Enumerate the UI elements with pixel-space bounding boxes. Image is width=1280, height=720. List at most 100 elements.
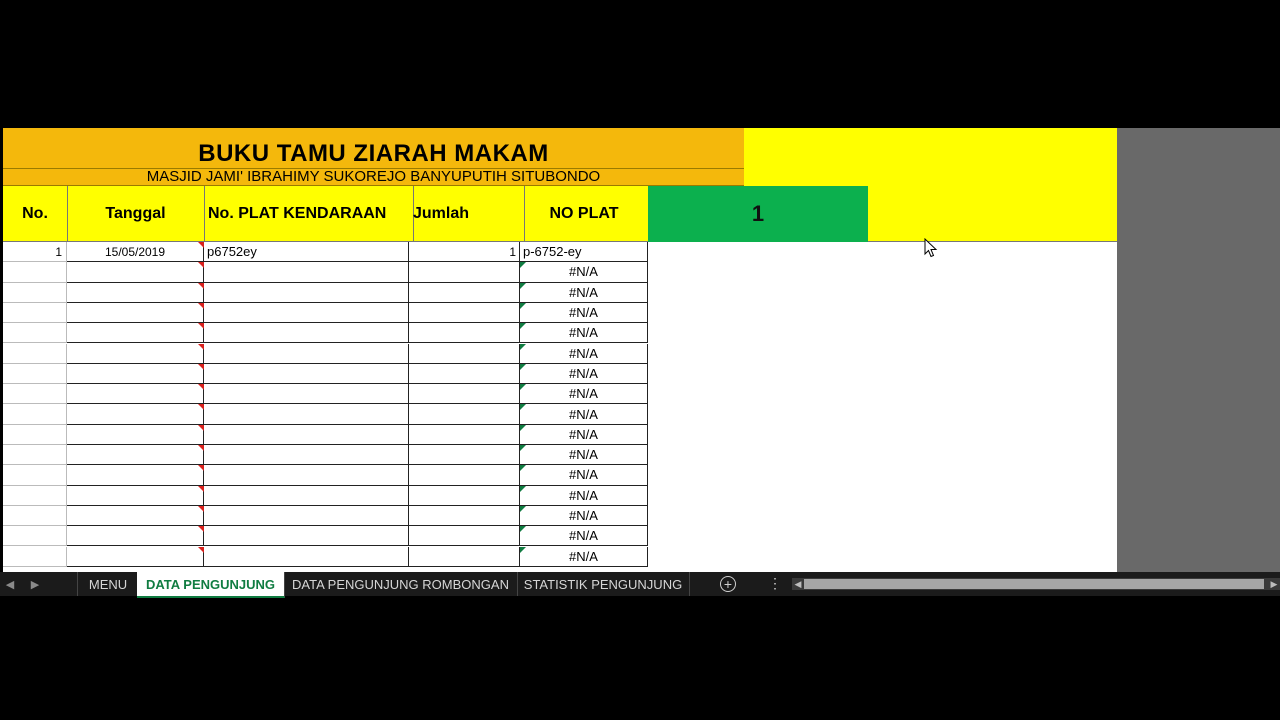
tab-scroll-right-icon[interactable]: ▶ <box>25 572 45 596</box>
header-no[interactable]: No. <box>3 186 68 242</box>
cell-tanggal[interactable] <box>67 343 204 364</box>
cell-tanggal[interactable] <box>67 445 204 466</box>
cell-no[interactable] <box>3 546 67 567</box>
cell-tanggal[interactable] <box>67 282 204 303</box>
cell-no-plat[interactable]: #N/A <box>520 262 648 283</box>
tab-statistik-pengunjung[interactable]: STATISTIK PENGUNJUNG <box>517 572 690 596</box>
cell-jumlah[interactable] <box>409 282 520 303</box>
cell-tanggal[interactable] <box>67 485 204 506</box>
cell-no-plat[interactable]: #N/A <box>520 323 648 344</box>
cell-no-plat[interactable]: #N/A <box>520 384 648 405</box>
cell-no-plat[interactable]: #N/A <box>520 282 648 303</box>
cell-no[interactable] <box>3 282 67 303</box>
cell-no[interactable] <box>3 404 67 425</box>
cell-jumlah[interactable] <box>409 302 520 324</box>
cell-no[interactable] <box>3 343 67 364</box>
cell-no-plat[interactable]: p-6752-ey <box>520 242 648 263</box>
header-plat-kendaraan[interactable]: No. PLAT KENDARAAN <box>204 186 414 242</box>
tab-data-pengunjung[interactable]: DATA PENGUNJUNG <box>137 572 285 598</box>
cell-tanggal[interactable] <box>67 465 204 486</box>
cell-no[interactable] <box>3 485 67 506</box>
cell-tanggal[interactable] <box>67 424 204 445</box>
cell-plat-kendaraan[interactable] <box>204 485 409 506</box>
cell-no-plat[interactable]: #N/A <box>520 546 648 567</box>
cell-jumlah[interactable] <box>409 424 520 445</box>
cell-jumlah[interactable] <box>409 505 520 527</box>
cell-no[interactable] <box>3 465 67 486</box>
header-jumlah[interactable]: Jumlah <box>409 186 525 242</box>
cell-no[interactable]: 1 <box>3 242 67 263</box>
cell-plat-kendaraan[interactable] <box>204 546 409 567</box>
cell-jumlah[interactable]: 1 <box>409 242 520 263</box>
cell-plat-kendaraan[interactable] <box>204 445 409 466</box>
cell-jumlah[interactable] <box>409 384 520 405</box>
scroll-left-icon[interactable]: ◀ <box>792 578 804 590</box>
cell-plat-kendaraan[interactable] <box>204 424 409 445</box>
visitor-counter[interactable]: 1 <box>648 186 868 242</box>
cell-tanggal[interactable] <box>67 262 204 283</box>
cell-plat-kendaraan[interactable] <box>204 323 409 344</box>
cell-jumlah[interactable] <box>409 363 520 385</box>
yellow-fill-area[interactable] <box>744 128 1117 186</box>
cell-jumlah[interactable] <box>409 465 520 486</box>
vertical-ellipsis-icon[interactable]: ⋮ <box>768 575 782 593</box>
cell-no-plat[interactable]: #N/A <box>520 465 648 486</box>
cell-plat-kendaraan[interactable] <box>204 505 409 527</box>
cell-no[interactable] <box>3 363 67 385</box>
cell-plat-kendaraan[interactable] <box>204 343 409 364</box>
cell-tanggal[interactable]: 15/05/2019 <box>67 242 204 263</box>
cell-no-plat[interactable]: #N/A <box>520 526 648 547</box>
tab-scroll-left-icon[interactable]: ◀ <box>0 572 20 596</box>
horizontal-scrollbar[interactable]: ◀ ▶ <box>792 578 1280 590</box>
scroll-right-icon[interactable]: ▶ <box>1268 578 1280 590</box>
cell-tanggal[interactable] <box>67 302 204 324</box>
cell-tanggal[interactable] <box>67 546 204 567</box>
cell-tanggal[interactable] <box>67 404 204 425</box>
cell-no-plat[interactable]: #N/A <box>520 404 648 425</box>
cell-no-plat[interactable]: #N/A <box>520 485 648 506</box>
cell-jumlah[interactable] <box>409 343 520 364</box>
cell-jumlah[interactable] <box>409 485 520 506</box>
cell-plat-kendaraan[interactable] <box>204 404 409 425</box>
header-no-plat[interactable]: NO PLAT <box>520 186 649 242</box>
cell-plat-kendaraan[interactable] <box>204 363 409 385</box>
cell-jumlah[interactable] <box>409 404 520 425</box>
tab-data-pengunjung-rombongan[interactable]: DATA PENGUNJUNG ROMBONGAN <box>284 572 518 596</box>
scrollbar-thumb[interactable] <box>804 579 1264 589</box>
cell-tanggal[interactable] <box>67 363 204 385</box>
tab-menu[interactable]: MENU <box>77 572 139 596</box>
cell-plat-kendaraan[interactable] <box>204 465 409 486</box>
cell-tanggal[interactable] <box>67 323 204 344</box>
cell-tanggal[interactable] <box>67 384 204 405</box>
cell-no[interactable] <box>3 323 67 344</box>
cell-jumlah[interactable] <box>409 445 520 466</box>
cell-jumlah[interactable] <box>409 526 520 547</box>
cell-jumlah[interactable] <box>409 546 520 567</box>
cell-no-plat[interactable]: #N/A <box>520 343 648 364</box>
cell-tanggal[interactable] <box>67 505 204 527</box>
cell-no[interactable] <box>3 262 67 283</box>
cell-no[interactable] <box>3 505 67 527</box>
plus-circle-icon[interactable]: + <box>720 576 736 592</box>
cell-plat-kendaraan[interactable] <box>204 302 409 324</box>
cell-no[interactable] <box>3 302 67 324</box>
cell-tanggal[interactable] <box>67 526 204 547</box>
cell-no[interactable] <box>3 384 67 405</box>
cell-no[interactable] <box>3 445 67 466</box>
header-tanggal[interactable]: Tanggal <box>67 186 205 242</box>
cell-plat-kendaraan[interactable]: p6752ey <box>204 242 409 263</box>
cell-plat-kendaraan[interactable] <box>204 526 409 547</box>
worksheet-area[interactable]: BUKU TAMU ZIARAH MAKAM MASJID JAMI' IBRA… <box>3 128 1117 572</box>
cell-plat-kendaraan[interactable] <box>204 282 409 303</box>
cell-no-plat[interactable]: #N/A <box>520 505 648 527</box>
cell-no-plat[interactable]: #N/A <box>520 445 648 466</box>
cell-no[interactable] <box>3 424 67 445</box>
cell-plat-kendaraan[interactable] <box>204 384 409 405</box>
cell-no-plat[interactable]: #N/A <box>520 424 648 445</box>
cell-no-plat[interactable]: #N/A <box>520 302 648 324</box>
cell-no[interactable] <box>3 526 67 547</box>
cell-jumlah[interactable] <box>409 262 520 283</box>
cell-jumlah[interactable] <box>409 323 520 344</box>
cell-no-plat[interactable]: #N/A <box>520 363 648 385</box>
cell-plat-kendaraan[interactable] <box>204 262 409 283</box>
